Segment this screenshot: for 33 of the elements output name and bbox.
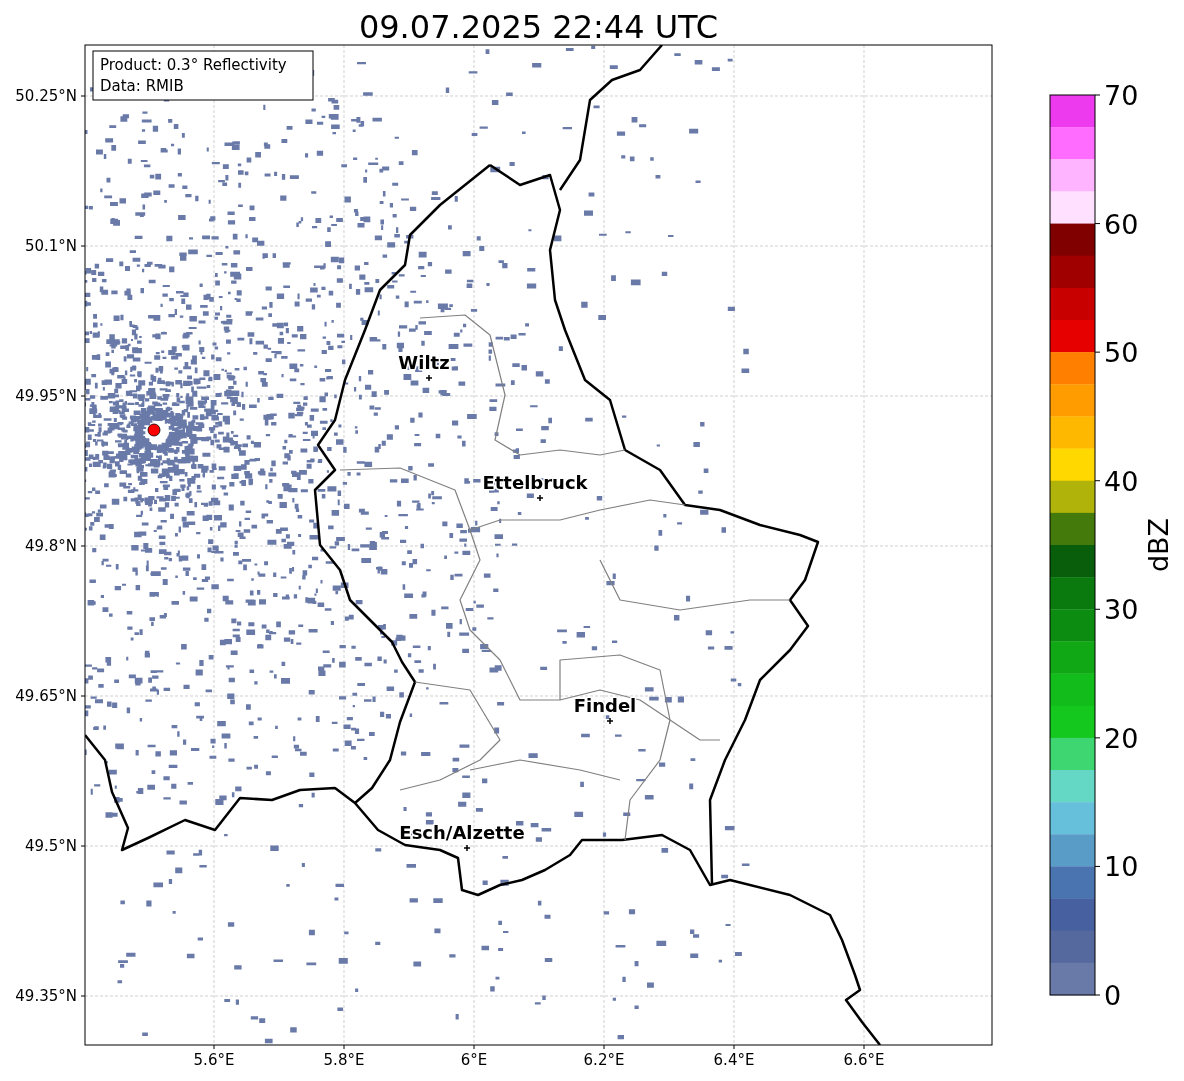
- longitude-label: 6°E: [460, 1051, 488, 1069]
- colorbar-tick-label: 10: [1104, 851, 1139, 883]
- colorbar-tick-label: 0: [1104, 980, 1122, 1011]
- colorbar-label: dBZ: [1143, 517, 1174, 573]
- longitude-label: 6.6°E: [843, 1051, 885, 1069]
- city-label: Findel: [573, 695, 637, 716]
- colorbar-tick-label: 20: [1104, 722, 1139, 754]
- longitude-label: 6.2°E: [583, 1051, 625, 1069]
- latitude-label: 49.65°N: [15, 687, 77, 705]
- colorbar-tick-label: 30: [1104, 594, 1139, 626]
- city-label: Esch/Alzette: [399, 822, 525, 843]
- legend-text: Product: 0.3° Reflectivity: [100, 56, 287, 74]
- latitude-label: 49.95°N: [15, 387, 77, 405]
- colorbar-tick-label: 60: [1104, 208, 1139, 240]
- city-marker: [606, 717, 614, 725]
- city-marker: [425, 374, 433, 382]
- latitude-label: 49.5°N: [24, 837, 77, 855]
- city-label: Ettelbruck: [482, 472, 588, 493]
- city-marker: [536, 494, 544, 502]
- map-title: 09.07.2025 22:44 UTC: [358, 8, 719, 46]
- latitude-label: 49.8°N: [24, 537, 77, 555]
- latitude-label: 50.25°N: [15, 87, 77, 105]
- legend-text: Data: RMIB: [100, 77, 184, 95]
- longitude-label: 6.4°E: [713, 1051, 755, 1069]
- radar-site-marker: [147, 423, 161, 437]
- colorbar-tick-label: 70: [1104, 80, 1139, 111]
- longitude-label: 5.8°E: [323, 1051, 365, 1069]
- latitude-label: 50.1°N: [24, 237, 77, 255]
- latitude-label: 49.35°N: [15, 987, 77, 1005]
- longitude-label: 5.6°E: [193, 1051, 235, 1069]
- city-marker: [463, 844, 471, 852]
- colorbar-tick-label: 50: [1104, 337, 1139, 369]
- colorbar-tick-label: 40: [1104, 465, 1139, 497]
